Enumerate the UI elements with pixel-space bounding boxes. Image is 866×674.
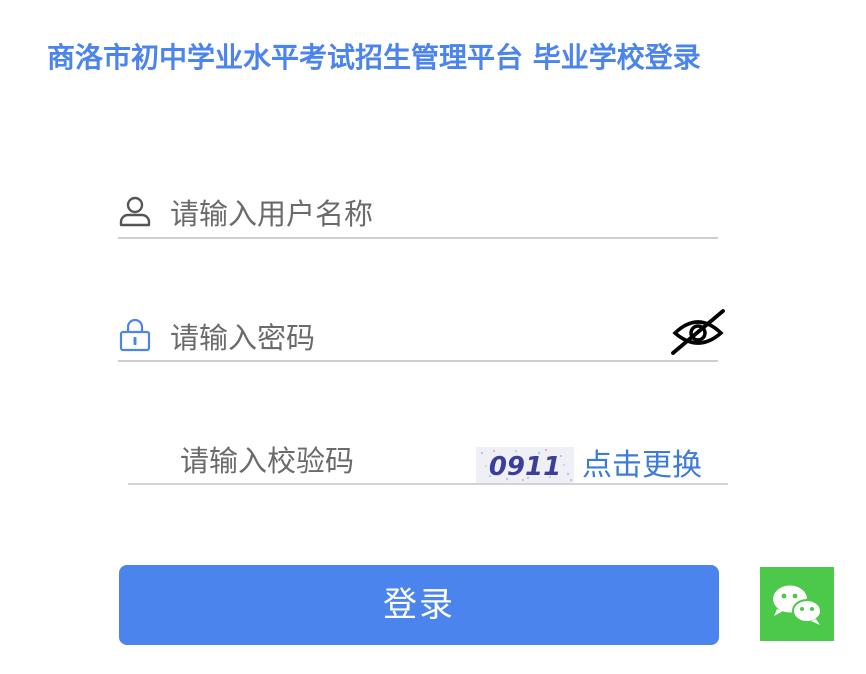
user-icon xyxy=(119,196,151,227)
lock-icon xyxy=(119,318,151,352)
login-button[interactable]: 登录 xyxy=(119,565,719,645)
captcha-input[interactable] xyxy=(180,441,460,481)
login-page: 商洛市初中学业水平考试招生管理平台 毕业学校登录 请输入用户名称 请输入校验码 … xyxy=(0,0,866,674)
refresh-captcha-link[interactable]: 点击更换 xyxy=(582,440,702,484)
page-title: 商洛市初中学业水平考试招生管理平台 毕业学校登录 xyxy=(47,41,701,74)
captcha-field: 0911 点击更换 xyxy=(128,436,728,485)
captcha-text: 0911 xyxy=(489,452,561,482)
username-input[interactable] xyxy=(170,194,710,234)
password-input[interactable] xyxy=(170,318,650,358)
password-field xyxy=(118,309,725,362)
wechat-icon xyxy=(773,585,822,625)
username-field xyxy=(118,190,718,239)
eye-off-icon[interactable] xyxy=(669,307,727,355)
wechat-button[interactable] xyxy=(760,567,834,641)
captcha-image[interactable]: 0911 xyxy=(476,447,574,483)
